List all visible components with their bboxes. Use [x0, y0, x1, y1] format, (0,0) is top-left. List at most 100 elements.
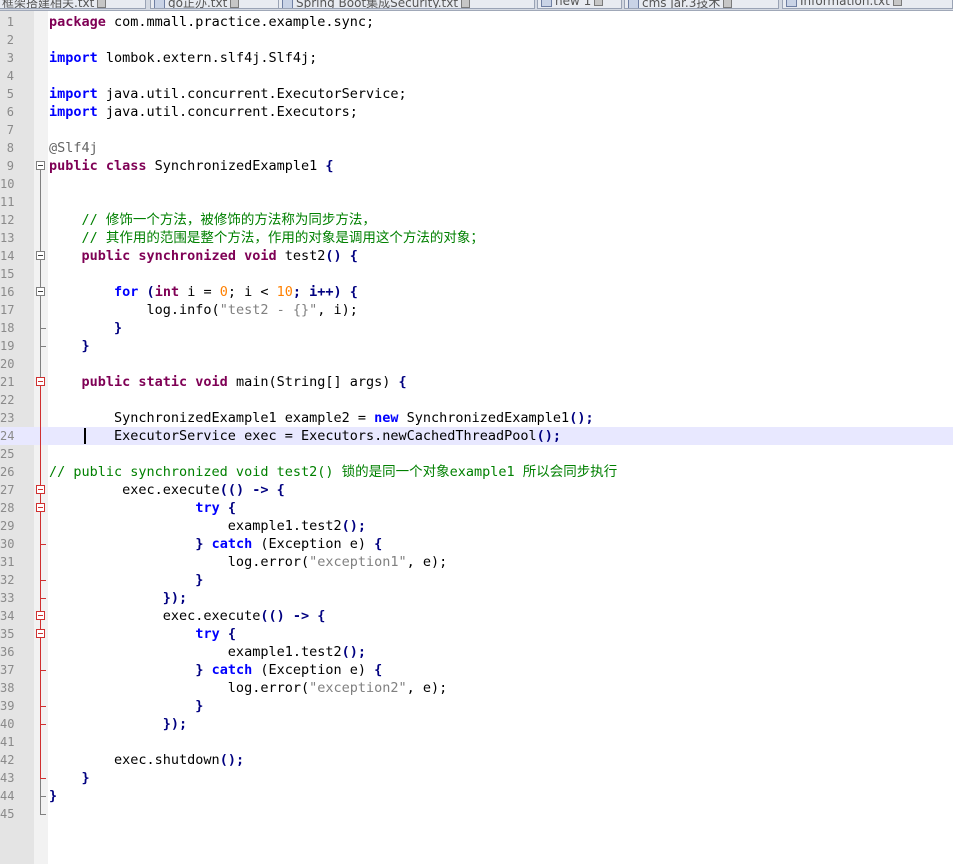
code-token: ExecutorService exec = Executors.newCach… — [49, 428, 537, 444]
code-line[interactable]: 39 } — [0, 697, 953, 715]
code-line[interactable]: 23 SynchronizedExample1 example2 = new S… — [0, 409, 953, 427]
line-number: 8 — [6, 141, 14, 155]
line-number: 31 — [0, 555, 14, 569]
fold-toggle-icon[interactable] — [36, 611, 45, 620]
code-line[interactable]: 33 }); — [0, 589, 953, 607]
line-number: 9 — [6, 159, 14, 173]
code-line[interactable]: 44} — [0, 787, 953, 805]
code-text: try { — [49, 499, 236, 517]
code-line[interactable]: 37 } catch (Exception e) { — [0, 661, 953, 679]
code-line[interactable]: 28 try { — [0, 499, 953, 517]
code-line[interactable]: 34 exec.execute(() -> { — [0, 607, 953, 625]
code-line[interactable]: 42 exec.shutdown(); — [0, 751, 953, 769]
code-line[interactable]: 38 log.error("exception2", e); — [0, 679, 953, 697]
code-line[interactable]: 43 } — [0, 769, 953, 787]
code-line[interactable]: 31 log.error("exception1", e); — [0, 553, 953, 571]
line-number: 29 — [0, 519, 14, 533]
code-line[interactable]: 45 — [0, 805, 953, 823]
code-line[interactable]: 8 @Slf4j — [0, 139, 953, 157]
code-token: { — [398, 374, 407, 390]
code-line[interactable]: 25 — [0, 445, 953, 463]
code-token: // 其作用的范围是整个方法，作用的对象是调用这个方法的对象； — [49, 230, 484, 246]
code-token: // 修饰一个方法，被修饰的方法称为同步方法， — [49, 212, 376, 228]
code-line[interactable]: 14 public synchronized void test2() { — [0, 247, 953, 265]
code-line[interactable]: 12 // 修饰一个方法，被修饰的方法称为同步方法， — [0, 211, 953, 229]
code-token: log.error( — [49, 554, 310, 570]
code-editor[interactable]: 1 package com.mmall.practice.example.sync… — [0, 13, 953, 823]
code-token: (); — [536, 428, 562, 444]
code-text: log.error("exception2", e); — [49, 679, 447, 697]
tab-3[interactable]: Spring Boot集成Security.txt — [278, 0, 535, 9]
code-token: exec.shutdown — [49, 752, 220, 768]
close-tab-icon[interactable] — [892, 0, 902, 6]
close-tab-icon[interactable] — [594, 0, 604, 6]
line-number: 16 — [0, 285, 14, 299]
code-token: } — [49, 338, 90, 354]
tab-5[interactable]: cms jar.3技术 — [624, 0, 779, 9]
code-line[interactable]: 9 public class SynchronizedExample1 { — [0, 157, 953, 175]
close-tab-icon[interactable] — [97, 0, 107, 8]
code-line[interactable]: 7 — [0, 121, 953, 139]
code-line[interactable]: 21 public static void main(String[] args… — [0, 373, 953, 391]
code-line[interactable]: 35 try { — [0, 625, 953, 643]
code-line[interactable]: 16 for (int i = 0; i < 10; i++) { — [0, 283, 953, 301]
code-line[interactable]: 19 } — [0, 337, 953, 355]
code-line[interactable]: 20 — [0, 355, 953, 373]
tab-6[interactable]: Information.txt — [782, 0, 953, 9]
code-line[interactable]: 13 // 其作用的范围是整个方法，作用的对象是调用这个方法的对象； — [0, 229, 953, 247]
fold-end — [40, 328, 46, 329]
code-line[interactable]: 27 exec.execute(() -> { — [0, 481, 953, 499]
code-line[interactable]: 6 import java.util.concurrent.Executors; — [0, 103, 953, 121]
code-line[interactable]: 18 } — [0, 319, 953, 337]
code-token: , e); — [406, 554, 448, 570]
line-number: 5 — [6, 87, 14, 101]
code-token: }); — [49, 590, 188, 606]
fold-toggle-icon[interactable] — [36, 251, 45, 260]
code-text: } catch (Exception e) { — [49, 535, 382, 553]
fold-toggle-icon[interactable] — [36, 161, 45, 170]
code-line[interactable]: 41 — [0, 733, 953, 751]
code-token: import — [49, 50, 98, 66]
code-line[interactable]: 32 } — [0, 571, 953, 589]
code-line[interactable]: 1 package com.mmall.practice.example.sync… — [0, 13, 953, 31]
fold-toggle-icon[interactable] — [36, 629, 45, 638]
line-number: 33 — [0, 591, 14, 605]
tab-1[interactable]: 框架搭建相关.txt — [0, 0, 146, 9]
code-line[interactable]: 5 import java.util.concurrent.ExecutorSer… — [0, 85, 953, 103]
close-tab-icon[interactable] — [230, 0, 240, 8]
code-token: public synchronized void — [81, 248, 277, 264]
fold-toggle-icon[interactable] — [36, 485, 45, 494]
line-number: 26 — [0, 465, 14, 479]
fold-toggle-icon[interactable] — [36, 377, 45, 386]
code-line[interactable]: 24 ExecutorService exec = Executors.newC… — [0, 427, 953, 445]
code-line[interactable]: 30 } catch (Exception e) { — [0, 535, 953, 553]
code-line[interactable]: 2 — [0, 31, 953, 49]
text-cursor — [84, 428, 86, 444]
code-line[interactable]: 29 example1.test2(); — [0, 517, 953, 535]
tab-label: cms jar.3技术 — [642, 0, 721, 9]
code-text: } — [49, 337, 90, 355]
fold-toggle-icon[interactable] — [36, 287, 45, 296]
close-tab-icon[interactable] — [723, 0, 733, 8]
tab-4[interactable]: new 1 — [537, 0, 622, 9]
code-line[interactable]: 26 // public synchronized void test2() 锁的… — [0, 463, 953, 481]
code-line[interactable]: 3 import lombok.extern.slf4j.Slf4j; — [0, 49, 953, 67]
code-line[interactable]: 36 example1.test2(); — [0, 643, 953, 661]
close-tab-icon[interactable] — [461, 0, 471, 8]
fold-end — [40, 580, 46, 581]
fold-toggle-icon[interactable] — [36, 503, 45, 512]
code-line[interactable]: 10 — [0, 175, 953, 193]
code-text: import lombok.extern.slf4j.Slf4j; — [49, 49, 317, 67]
tab-2[interactable]: go正办.txt — [150, 0, 280, 9]
code-line[interactable]: 22 — [0, 391, 953, 409]
code-line[interactable]: 17 log.info("test2 - {}", i); — [0, 301, 953, 319]
code-text: example1.test2(); — [49, 517, 366, 535]
code-token: { — [219, 626, 236, 642]
code-token: (() -> { — [219, 482, 285, 498]
code-token: try — [195, 626, 220, 642]
code-line[interactable]: 11 — [0, 193, 953, 211]
code-line[interactable]: 40 }); — [0, 715, 953, 733]
fold-end — [40, 814, 46, 815]
code-line[interactable]: 4 — [0, 67, 953, 85]
code-line[interactable]: 15 — [0, 265, 953, 283]
